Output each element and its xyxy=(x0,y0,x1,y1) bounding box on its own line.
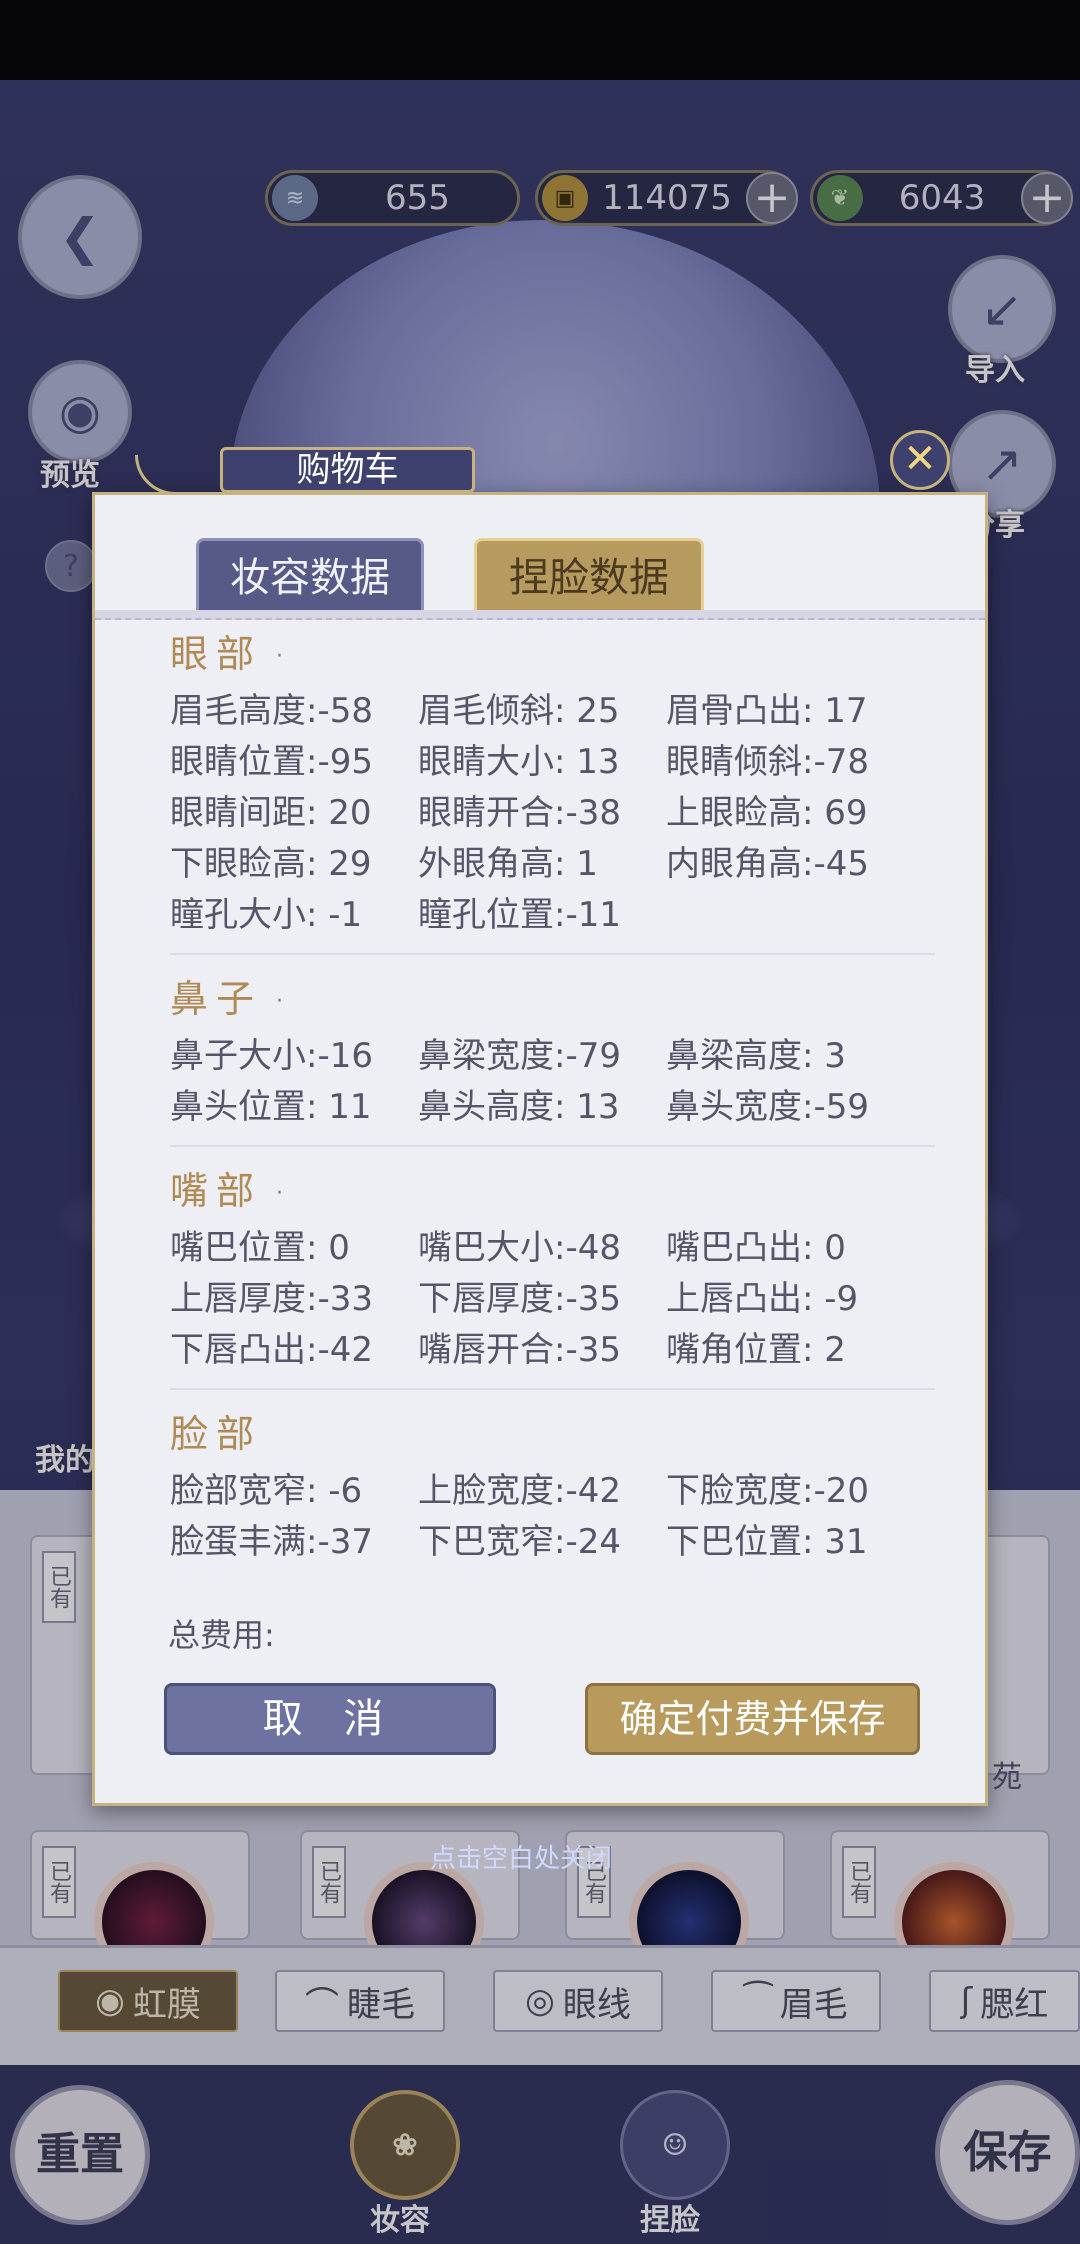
section-nose: 鼻子 · 鼻子大小:-16 鼻梁宽度:-79 鼻梁高度: 3 鼻头位置: 11 鼻… xyxy=(95,967,985,1133)
param-item: 上唇厚度:-33 xyxy=(170,1279,373,1319)
param-item: 下唇凸出:-42 xyxy=(170,1330,373,1370)
dialog-title: 购物车 xyxy=(220,447,475,493)
section-title: 嘴部 · xyxy=(170,1169,292,1213)
section-face: 脸部 脸部宽窄: -6 上脸宽度:-42 下脸宽度:-20 脸蛋丰满:-37 下… xyxy=(95,1402,985,1568)
param-item: 鼻头位置: 11 xyxy=(170,1087,372,1127)
dismiss-hint: 点击空白处关闭 xyxy=(430,1844,613,1874)
section-title: 眼部 · xyxy=(170,632,292,676)
section-mouth: 嘴部 · 嘴巴位置: 0 嘴巴大小:-48 嘴巴凸出: 0 上唇厚度:-33 下唇… xyxy=(95,1159,985,1376)
close-icon: ✕ xyxy=(903,436,937,482)
param-item: 嘴唇开合:-35 xyxy=(418,1330,621,1370)
param-item: 瞳孔大小: -1 xyxy=(170,895,363,935)
param-item: 瞳孔位置:-11 xyxy=(418,895,621,935)
section-title: 鼻子 · xyxy=(170,977,292,1021)
close-dialog-button[interactable]: ✕ xyxy=(890,430,950,490)
param-item: 上脸宽度:-42 xyxy=(418,1471,621,1511)
param-item: 上眼睑高: 69 xyxy=(666,793,868,833)
param-item: 眼睛倾斜:-78 xyxy=(666,742,869,782)
param-item: 嘴角位置: 2 xyxy=(666,1330,846,1370)
param-item: 脸部宽窄: -6 xyxy=(170,1471,363,1511)
param-item: 眼睛位置:-95 xyxy=(170,742,373,782)
param-item: 内眼角高:-45 xyxy=(666,844,869,884)
cart-content[interactable]: 眼部 · 眉毛高度:-58 眉毛倾斜: 25 眉骨凸出: 17 眼睛位置:-95 … xyxy=(95,622,985,1582)
param-item: 眼睛大小: 13 xyxy=(418,742,620,782)
tab-makeup-data[interactable]: 妆容数据 xyxy=(196,538,424,616)
confirm-pay-save-button[interactable]: 确定付费并保存 xyxy=(585,1683,920,1755)
param-item: 下唇厚度:-35 xyxy=(418,1279,621,1319)
section-title: 脸部 xyxy=(170,1412,263,1456)
param-item: 上唇凸出: -9 xyxy=(666,1279,859,1319)
section-divider xyxy=(170,953,935,955)
param-item: 下眼睑高: 29 xyxy=(170,844,372,884)
param-item: 下巴宽窄:-24 xyxy=(418,1522,621,1562)
param-item: 眉毛倾斜: 25 xyxy=(418,691,620,731)
tab-face-data[interactable]: 捏脸数据 xyxy=(474,538,704,616)
section-divider xyxy=(170,1388,935,1390)
param-item: 鼻头高度: 13 xyxy=(418,1087,620,1127)
param-item: 嘴巴凸出: 0 xyxy=(666,1228,846,1268)
param-item: 嘴巴位置: 0 xyxy=(170,1228,350,1268)
param-item: 眉骨凸出: 17 xyxy=(666,691,868,731)
param-item: 外眼角高: 1 xyxy=(418,844,598,884)
section-eyes: 眼部 · 眉毛高度:-58 眉毛倾斜: 25 眉骨凸出: 17 眼睛位置:-95 … xyxy=(95,622,985,941)
param-item: 眼睛间距: 20 xyxy=(170,793,372,833)
param-item: 鼻子大小:-16 xyxy=(170,1036,373,1076)
param-item: 鼻梁宽度:-79 xyxy=(418,1036,621,1076)
param-item: 脸蛋丰满:-37 xyxy=(170,1522,373,1562)
tab-divider xyxy=(95,610,985,620)
param-item: 下巴位置: 31 xyxy=(666,1522,868,1562)
param-item: 下脸宽度:-20 xyxy=(666,1471,869,1511)
total-cost-label: 总费用: xyxy=(168,1616,275,1654)
cancel-button[interactable]: 取 消 xyxy=(164,1683,496,1755)
param-item: 嘴巴大小:-48 xyxy=(418,1228,621,1268)
section-divider xyxy=(170,1145,935,1147)
param-item: 鼻梁高度: 3 xyxy=(666,1036,846,1076)
param-item: 眼睛开合:-38 xyxy=(418,793,621,833)
param-item: 鼻头宽度:-59 xyxy=(666,1087,869,1127)
param-item: 眉毛高度:-58 xyxy=(170,691,373,731)
